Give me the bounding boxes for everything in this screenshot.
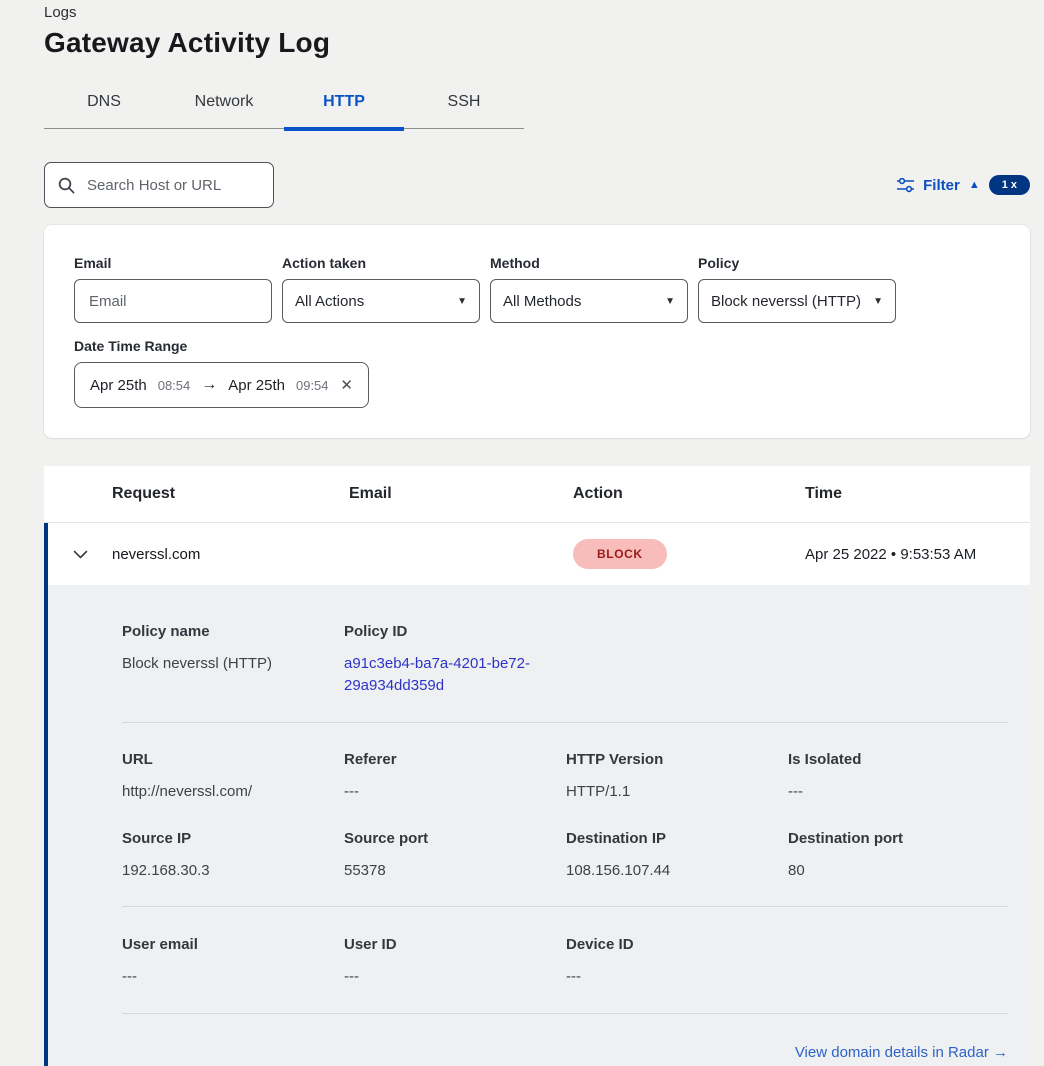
method-label: Method bbox=[490, 255, 688, 271]
detail-is-isolated: Is Isolated --- bbox=[788, 751, 1010, 803]
device-id-value: --- bbox=[566, 966, 788, 988]
row-time: Apr 25 2022 • 9:53:53 AM bbox=[805, 546, 1030, 563]
activity-table: Request Email Action Time neverssl.com B… bbox=[44, 466, 1030, 1066]
user-id-value: --- bbox=[344, 966, 566, 988]
method-field: Method All Methods ▼ bbox=[490, 255, 688, 323]
row-request: neverssl.com bbox=[112, 546, 349, 563]
header-request: Request bbox=[112, 485, 349, 503]
is-isolated-value: --- bbox=[788, 781, 1010, 803]
detail-destination-port: Destination port 80 bbox=[788, 830, 1010, 882]
source-ip-label: Source IP bbox=[122, 830, 344, 847]
filter-icon[interactable] bbox=[897, 178, 914, 193]
tab-ssh[interactable]: SSH bbox=[404, 85, 524, 128]
http-version-value: HTTP/1.1 bbox=[566, 781, 788, 803]
method-select[interactable]: All Methods ▼ bbox=[490, 279, 688, 323]
detail-user-email: User email --- bbox=[122, 936, 344, 988]
search-box[interactable] bbox=[44, 162, 274, 208]
detail-destination-ip: Destination IP 108.156.107.44 bbox=[566, 830, 788, 882]
range-end-date: Apr 25th bbox=[228, 377, 285, 394]
row-detail-panel: Policy name Block neverssl (HTTP) Policy… bbox=[44, 585, 1030, 1066]
page-title: Gateway Activity Log bbox=[44, 27, 1044, 59]
destination-port-label: Destination port bbox=[788, 830, 1010, 847]
http-version-label: HTTP Version bbox=[566, 751, 788, 768]
method-value: All Methods bbox=[503, 293, 581, 310]
divider bbox=[122, 1013, 1008, 1014]
policy-label: Policy bbox=[698, 255, 896, 271]
policy-id-link[interactable]: a91c3eb4-ba7a-4201-be72-29a934dd359d bbox=[344, 653, 534, 697]
policy-value: Block neverssl (HTTP) bbox=[711, 293, 861, 310]
search-input[interactable] bbox=[85, 176, 260, 195]
detail-device-id: Device ID --- bbox=[566, 936, 788, 988]
divider bbox=[122, 722, 1008, 723]
action-taken-value: All Actions bbox=[295, 293, 364, 310]
arrow-right-icon: → bbox=[201, 376, 217, 394]
clear-range-icon[interactable]: ✕ bbox=[340, 376, 353, 394]
range-start-time: 08:54 bbox=[158, 378, 191, 393]
filter-panel: Email Action taken All Actions ▼ Method … bbox=[44, 225, 1030, 438]
chevron-down-icon: ▼ bbox=[873, 296, 883, 307]
toolbar: Filter ▲ 1 x bbox=[44, 162, 1030, 208]
detail-user-id: User ID --- bbox=[344, 936, 566, 988]
tab-network[interactable]: Network bbox=[164, 85, 284, 128]
referer-label: Referer bbox=[344, 751, 566, 768]
range-end-time: 09:54 bbox=[296, 378, 329, 393]
source-ip-value: 192.168.30.3 bbox=[122, 860, 344, 882]
tab-dns[interactable]: DNS bbox=[44, 85, 164, 128]
chevron-down-icon: ▼ bbox=[457, 296, 467, 307]
email-filter-field: Email bbox=[74, 255, 272, 323]
detail-source-ip: Source IP 192.168.30.3 bbox=[122, 830, 344, 882]
detail-source-port: Source port 55378 bbox=[344, 830, 566, 882]
collapse-caret-icon[interactable]: ▲ bbox=[969, 179, 980, 191]
email-filter-input[interactable] bbox=[87, 292, 259, 311]
header-action: Action bbox=[573, 485, 805, 503]
policy-name-value: Block neverssl (HTTP) bbox=[122, 653, 344, 675]
policy-field: Policy Block neverssl (HTTP) ▼ bbox=[698, 255, 896, 323]
detail-policy-id: Policy ID a91c3eb4-ba7a-4201-be72-29a934… bbox=[344, 623, 566, 697]
header-time: Time bbox=[805, 485, 1030, 503]
destination-port-value: 80 bbox=[788, 860, 1010, 882]
user-email-value: --- bbox=[122, 966, 344, 988]
policy-id-label: Policy ID bbox=[344, 623, 566, 640]
date-range-picker[interactable]: Apr 25th 08:54 → Apr 25th 09:54 ✕ bbox=[74, 362, 369, 408]
log-type-tabs: DNS Network HTTP SSH bbox=[44, 85, 524, 129]
is-isolated-label: Is Isolated bbox=[788, 751, 1010, 768]
tab-http[interactable]: HTTP bbox=[284, 85, 404, 128]
status-badge: BLOCK bbox=[573, 539, 667, 569]
table-row[interactable]: neverssl.com BLOCK Apr 25 2022 • 9:53:53… bbox=[44, 523, 1030, 585]
policy-select[interactable]: Block neverssl (HTTP) ▼ bbox=[698, 279, 896, 323]
destination-ip-value: 108.156.107.44 bbox=[566, 860, 788, 882]
search-icon bbox=[58, 177, 75, 194]
user-id-label: User ID bbox=[344, 936, 566, 953]
action-taken-select[interactable]: All Actions ▼ bbox=[282, 279, 480, 323]
referer-value: --- bbox=[344, 781, 566, 803]
destination-ip-label: Destination IP bbox=[566, 830, 788, 847]
policy-name-label: Policy name bbox=[122, 623, 344, 640]
url-value: http://neverssl.com/ bbox=[122, 781, 344, 803]
header-email: Email bbox=[349, 485, 573, 503]
detail-http-version: HTTP Version HTTP/1.1 bbox=[566, 751, 788, 803]
range-start-date: Apr 25th bbox=[90, 377, 147, 394]
filter-count-badge[interactable]: 1 x bbox=[989, 175, 1030, 195]
email-filter-label: Email bbox=[74, 255, 272, 271]
radar-details-link[interactable]: View domain details in Radar → bbox=[795, 1044, 1008, 1061]
url-label: URL bbox=[122, 751, 344, 768]
user-email-label: User email bbox=[122, 936, 344, 953]
table-header: Request Email Action Time bbox=[44, 466, 1030, 523]
device-id-label: Device ID bbox=[566, 936, 788, 953]
divider bbox=[122, 906, 1008, 907]
filter-button[interactable]: Filter bbox=[923, 177, 960, 194]
filter-control: Filter ▲ 1 x bbox=[897, 175, 1030, 195]
action-taken-field: Action taken All Actions ▼ bbox=[282, 255, 480, 323]
chevron-down-icon: ▼ bbox=[665, 296, 675, 307]
detail-referer: Referer --- bbox=[344, 751, 566, 803]
chevron-down-icon[interactable] bbox=[73, 550, 88, 559]
date-range-label: Date Time Range bbox=[74, 338, 1000, 354]
detail-url: URL http://neverssl.com/ bbox=[122, 751, 344, 803]
detail-policy-name: Policy name Block neverssl (HTTP) bbox=[122, 623, 344, 697]
source-port-value: 55378 bbox=[344, 860, 566, 882]
source-port-label: Source port bbox=[344, 830, 566, 847]
action-taken-label: Action taken bbox=[282, 255, 480, 271]
breadcrumb: Logs bbox=[44, 4, 1044, 21]
